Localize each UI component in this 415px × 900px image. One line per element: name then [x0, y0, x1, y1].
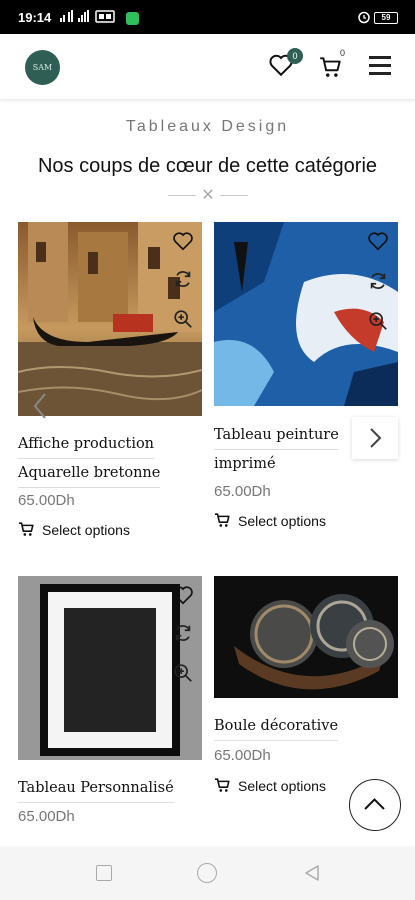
system-nav-bar [0, 846, 415, 900]
refresh-icon[interactable] [172, 622, 194, 644]
product-price: 65.00Dh [18, 492, 75, 509]
heart-icon[interactable] [367, 230, 389, 252]
heart-icon[interactable] [172, 230, 194, 252]
product-price: 65.00Dh [18, 808, 75, 825]
product-title[interactable]: Tableau peinture imprimé [214, 421, 354, 478]
home-icon[interactable] [197, 863, 217, 883]
cart-icon [18, 521, 36, 537]
wishlist-count-badge: 0 [287, 48, 303, 64]
site-logo[interactable]: SAM [25, 50, 60, 85]
hamburger-icon[interactable] [369, 56, 391, 75]
status-time: 19:14 [18, 10, 52, 25]
refresh-icon[interactable] [172, 268, 194, 290]
zoom-icon[interactable] [172, 662, 194, 684]
product-image[interactable] [214, 576, 398, 698]
select-options-button[interactable]: Select options [214, 777, 326, 794]
battery-icon: 59 [374, 12, 398, 24]
back-icon[interactable] [303, 864, 321, 882]
refresh-icon[interactable] [367, 270, 389, 292]
cart-icon [214, 777, 232, 793]
chevron-up-icon[interactable] [349, 779, 401, 831]
status-bar: 19:14 59 [0, 0, 415, 34]
chevron-right-icon[interactable] [352, 417, 398, 459]
section-divider: ✕ [168, 187, 248, 204]
notification-app-icon [126, 12, 139, 25]
recents-icon[interactable] [96, 865, 112, 881]
zoom-icon[interactable] [172, 308, 194, 330]
heart-icon[interactable] [172, 584, 194, 606]
cart-count: 0 [340, 48, 346, 58]
close-icon: ✕ [201, 187, 215, 204]
product-title[interactable]: Affiche production Aquarelle bretonne [18, 430, 202, 488]
product-title[interactable]: Tableau Personnalisé [18, 774, 202, 803]
select-options-button[interactable]: Select options [214, 512, 326, 529]
site-header: SAM 0 0 [0, 34, 415, 100]
chevron-left-icon[interactable] [30, 390, 52, 426]
product-price: 65.00Dh [214, 747, 271, 764]
product-price: 65.00Dh [214, 483, 271, 500]
signal-icon [60, 10, 120, 26]
section-title: Nos coups de cœur de cette catégorie [37, 155, 378, 177]
cart-icon [214, 512, 232, 528]
select-options-button[interactable]: Select options [18, 521, 130, 538]
alarm-icon [357, 10, 371, 27]
section-subtitle: Tableaux Design [125, 118, 290, 135]
product-title[interactable]: Boule décorative [214, 712, 398, 741]
zoom-icon[interactable] [367, 310, 389, 332]
